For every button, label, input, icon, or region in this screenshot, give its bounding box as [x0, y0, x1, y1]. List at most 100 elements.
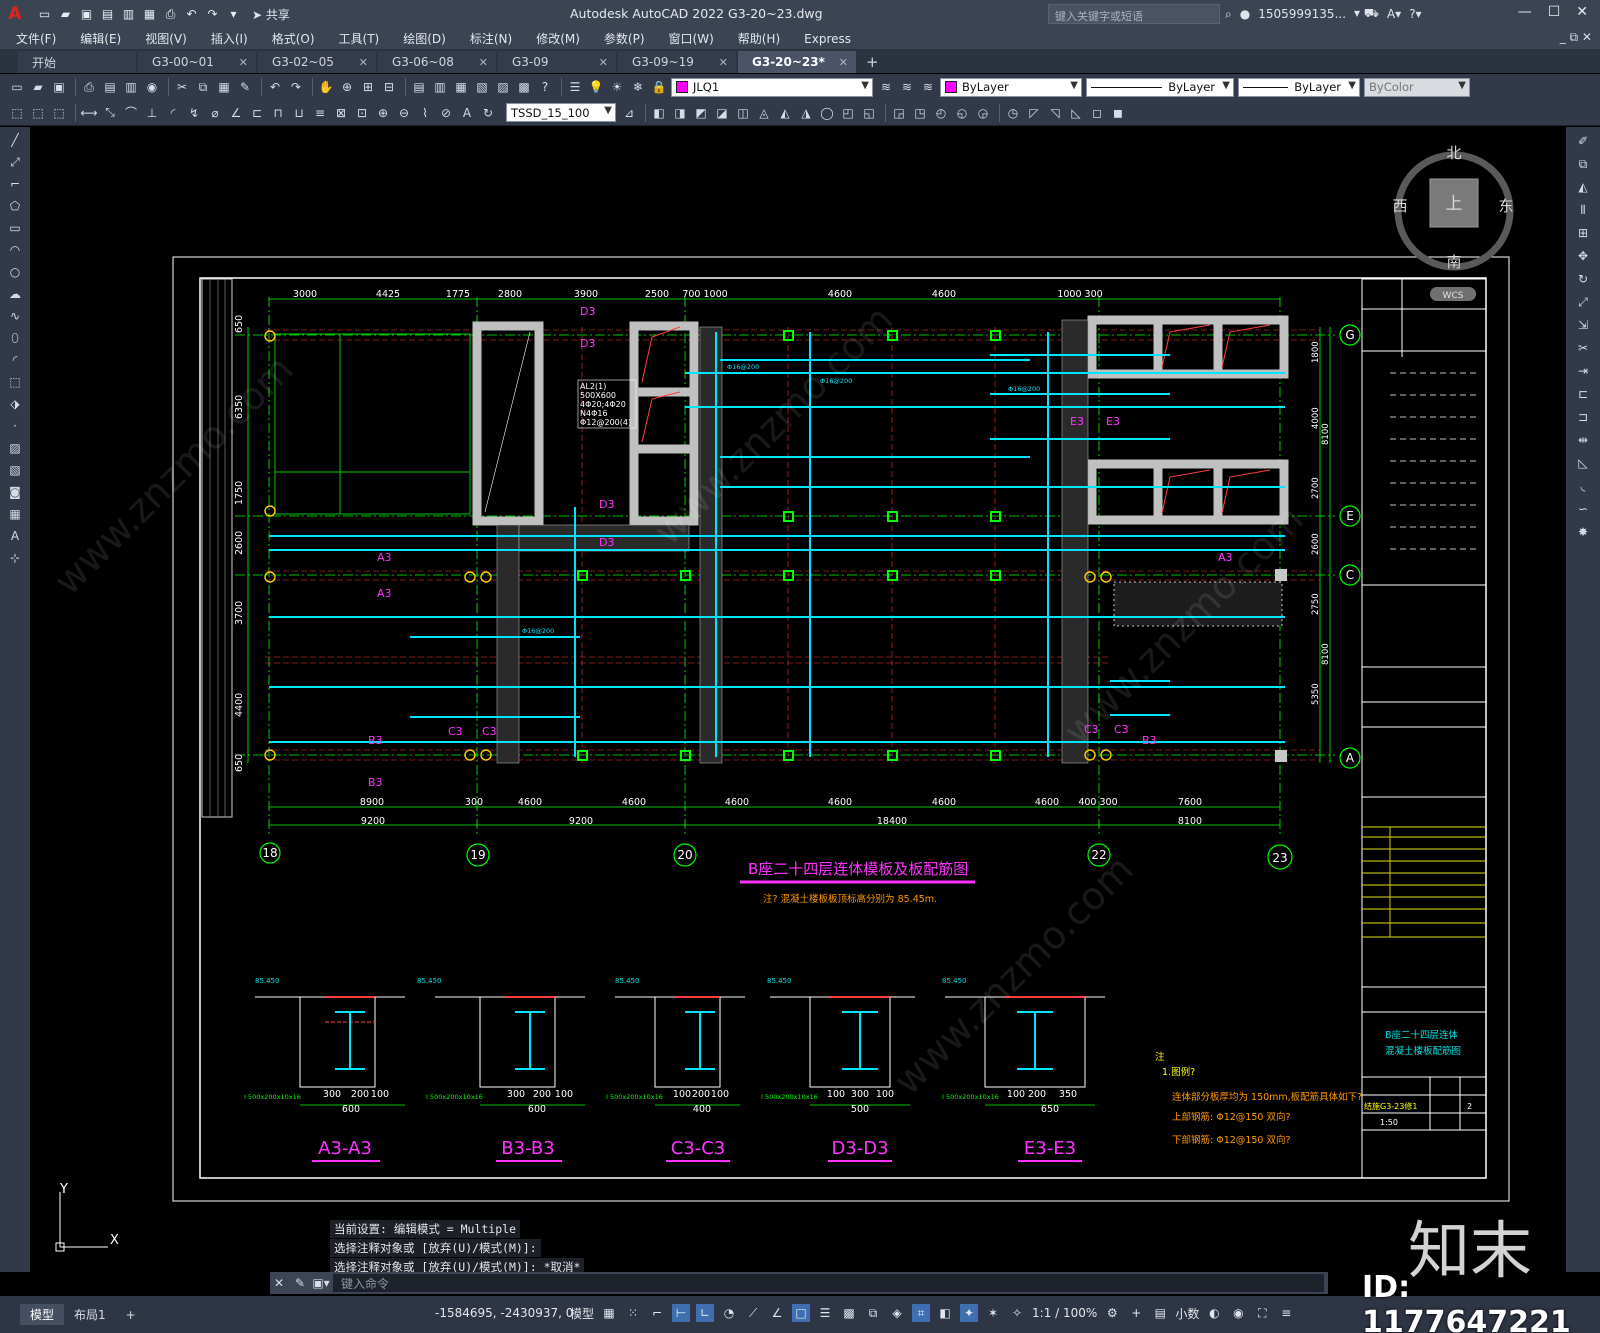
isolate-icon[interactable]: ◐ [1205, 1304, 1223, 1322]
menu-insert[interactable]: 插入(I) [211, 30, 248, 47]
infer-icon[interactable]: ⌐ [648, 1304, 666, 1322]
tssd-icon[interactable]: ⬚ [8, 104, 26, 122]
blend-icon[interactable]: ∽ [1574, 500, 1592, 518]
layer-previous-icon[interactable]: ≋ [898, 78, 916, 96]
pan-icon[interactable]: ✋ [317, 78, 335, 96]
autocad-logo-icon[interactable]: A [0, 0, 30, 28]
zoom-previous-icon[interactable]: ⊟ [380, 78, 398, 96]
close-icon[interactable]: ✕ [1576, 4, 1588, 20]
menu-dimension[interactable]: 标注(N) [470, 30, 512, 47]
menu-window[interactable]: 窗口(W) [669, 30, 714, 47]
revision-cloud-icon[interactable]: ☁ [6, 285, 24, 303]
clean-screen-icon[interactable]: ⛶ [1253, 1304, 1271, 1322]
doc-window-controls[interactable]: _ ⧉ ✕ [1560, 30, 1592, 45]
tssd-icon-3[interactable]: ⬚ [50, 104, 68, 122]
table-icon[interactable]: ▦ [6, 505, 24, 523]
plus-icon[interactable]: + [1127, 1304, 1145, 1322]
publish-icon[interactable]: ▦ [141, 6, 158, 23]
viewcube-north[interactable]: 北 [1446, 144, 1461, 162]
annotation-visibility-icon[interactable]: ✶ [984, 1304, 1002, 1322]
gradient-icon[interactable]: ▧ [6, 461, 24, 479]
sheet-set-icon[interactable]: ▧ [473, 78, 491, 96]
close-icon[interactable]: ✕ [359, 56, 368, 69]
paste-icon[interactable]: ▦ [215, 78, 233, 96]
scale-icon[interactable]: ⤢ [1574, 293, 1592, 311]
menu-tools[interactable]: 工具(T) [339, 30, 380, 47]
union-icon[interactable]: ◲ [890, 104, 908, 122]
3d-cylinder-icon[interactable]: ◫ [734, 104, 752, 122]
inspection-icon[interactable]: ⊖ [395, 104, 413, 122]
snap-icon[interactable]: ⁙ [624, 1304, 642, 1322]
transparency-icon[interactable]: ▩ [840, 1304, 858, 1322]
3d-box-icon[interactable]: ◧ [650, 104, 668, 122]
menu-draw[interactable]: 绘图(D) [403, 30, 446, 47]
menu-view[interactable]: 视图(V) [145, 30, 187, 47]
help-icon[interactable]: ? [536, 78, 554, 96]
close-icon[interactable]: ✕ [239, 56, 248, 69]
subtract-icon[interactable]: ◳ [911, 104, 929, 122]
zoom-window-icon[interactable]: ⊞ [359, 78, 377, 96]
search-input[interactable]: 键入关键字或短语 [1048, 4, 1220, 24]
layer-manager-icon[interactable]: ☰ [566, 78, 584, 96]
settings-icon[interactable]: ⚙ [1103, 1304, 1121, 1322]
arc-length-icon[interactable]: ⌒ [122, 104, 140, 122]
view-icon-2[interactable]: ◸ [1025, 104, 1043, 122]
menu-edit[interactable]: 编辑(E) [80, 30, 121, 47]
viewcube-top-label[interactable]: 上 [1446, 194, 1463, 214]
join-icon[interactable]: ⇹ [1574, 431, 1592, 449]
offset-icon[interactable]: ⫴ [1574, 201, 1592, 219]
quick-dim-icon[interactable]: ⊏ [248, 104, 266, 122]
hatch-icon[interactable]: ▨ [6, 439, 24, 457]
plotstyle-dropdown[interactable]: ByColor ▼ [1364, 77, 1470, 97]
open-icon[interactable]: ▰ [57, 6, 74, 23]
dim-break-icon[interactable]: ⊠ [332, 104, 350, 122]
rotate-icon[interactable]: ↻ [1574, 270, 1592, 288]
user-name[interactable]: 1505999135... [1258, 7, 1346, 21]
layer-dropdown[interactable]: JLQ1 ▼ [671, 77, 873, 97]
jogged-dim-icon[interactable]: ↯ [185, 104, 203, 122]
gizmo-icon[interactable]: ✦ [960, 1304, 979, 1322]
view-icon-5[interactable]: ◻ [1088, 104, 1106, 122]
arc-icon[interactable]: ◠ [6, 241, 24, 259]
menu-parametric[interactable]: 参数(P) [604, 30, 645, 47]
match-prop-icon[interactable]: ✎ [236, 78, 254, 96]
spline-icon[interactable]: ∿ [6, 307, 24, 325]
circle-icon[interactable]: ○ [6, 263, 24, 281]
make-current-layer-icon[interactable]: ≋ [877, 78, 895, 96]
erase-icon[interactable]: ✐ [1574, 132, 1592, 150]
chamfer-icon[interactable]: ◺ [1574, 454, 1592, 472]
aligned-dim-icon[interactable]: ⤡ [101, 104, 119, 122]
save-icon[interactable]: ▣ [50, 78, 68, 96]
move-icon[interactable]: ✥ [1574, 247, 1592, 265]
close-icon[interactable]: ✕ [479, 56, 488, 69]
customize-icon[interactable]: ✎ [291, 1274, 309, 1292]
dim-text-edit-icon[interactable]: A [458, 104, 476, 122]
3d-pyramid-icon[interactable]: ◭ [776, 104, 794, 122]
quick-properties-icon[interactable]: ▤ [1151, 1304, 1169, 1322]
point-icon[interactable]: · [6, 417, 24, 435]
dim-space-icon[interactable]: ≡ [311, 104, 329, 122]
annotation-scale[interactable]: 1:1 / 100% [1032, 1306, 1097, 1320]
plot-icon[interactable]: ⎙ [162, 6, 179, 23]
menu-format[interactable]: 格式(O) [272, 30, 315, 47]
autodesk-account-icon[interactable]: A▾ [1387, 7, 1401, 21]
angular-dim-icon[interactable]: ∠ [227, 104, 245, 122]
menu-modify[interactable]: 修改(M) [536, 30, 580, 47]
grid-icon[interactable]: ▦ [600, 1304, 618, 1322]
fillet-icon[interactable]: ◟ [1574, 477, 1592, 495]
array-icon[interactable]: ⊞ [1574, 224, 1592, 242]
tolerance-icon[interactable]: ⊡ [353, 104, 371, 122]
linear-dim-icon[interactable]: ⟷ [80, 104, 98, 122]
view-icon-3[interactable]: ◹ [1046, 104, 1064, 122]
dwf-icon[interactable]: ◉ [143, 78, 161, 96]
break-icon[interactable]: ⊐ [1574, 408, 1592, 426]
copy-object-icon[interactable]: ⧉ [1574, 155, 1592, 173]
new-tab-icon[interactable]: + [866, 53, 879, 71]
view-icon-4[interactable]: ◺ [1067, 104, 1085, 122]
viewcube-east[interactable]: 东 [1498, 197, 1513, 215]
selection-cycling-icon[interactable]: ⧉ [864, 1304, 882, 1322]
cut-icon[interactable]: ✂ [173, 78, 191, 96]
menu-file[interactable]: 文件(F) [16, 30, 56, 47]
baseline-dim-icon[interactable]: ⊓ [269, 104, 287, 122]
hardware-accel-icon[interactable]: ◉ [1229, 1304, 1247, 1322]
